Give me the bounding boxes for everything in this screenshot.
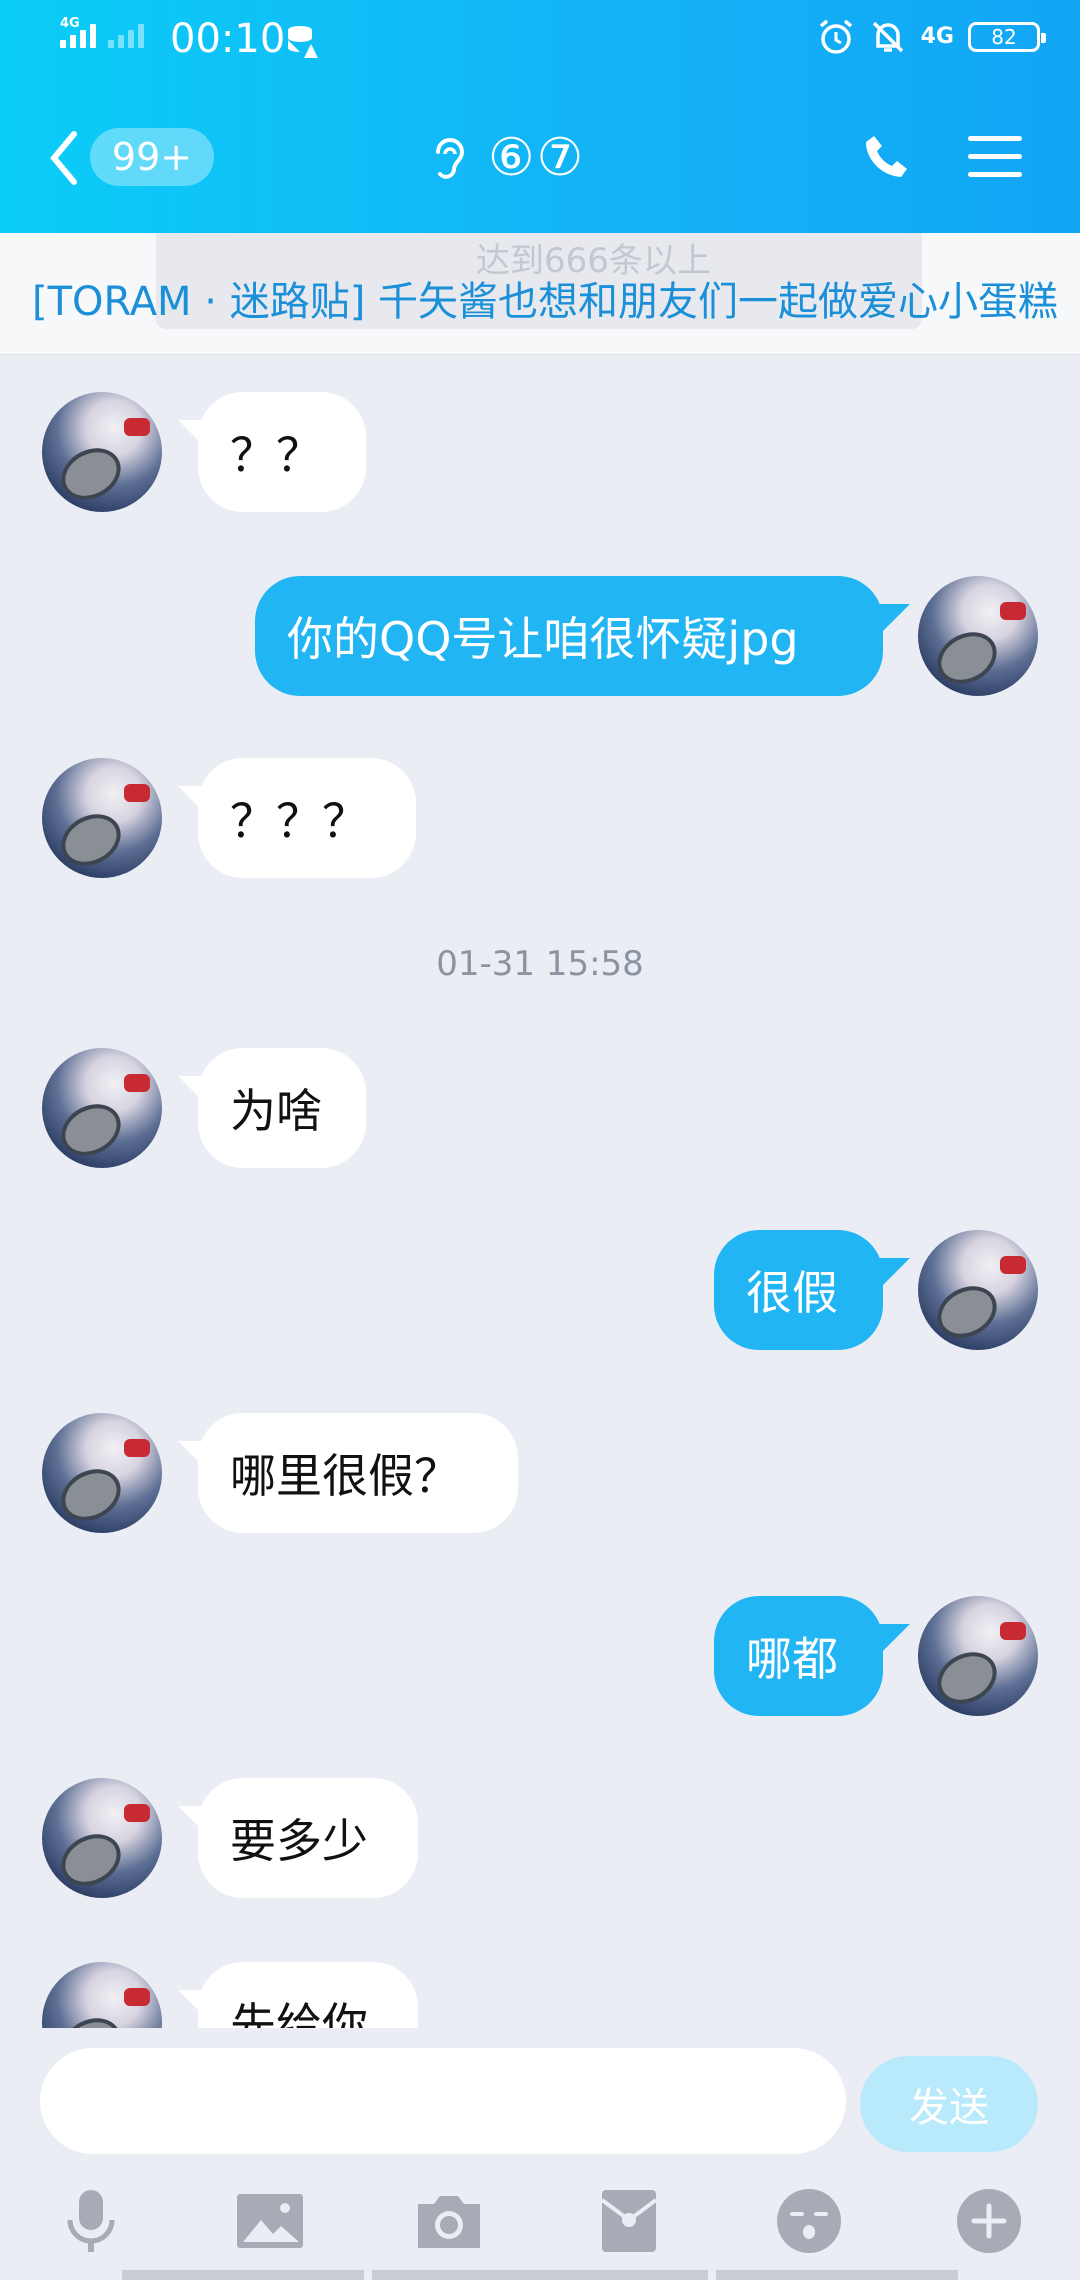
mute-bell-icon [872, 21, 903, 53]
message-text: 你的QQ号让咱很怀疑jpg [287, 612, 799, 666]
self-avatar[interactable] [918, 1596, 1038, 1716]
alarm-icon [819, 19, 852, 54]
message-text: ？？？ [230, 794, 368, 848]
message-text: ？？ [230, 428, 322, 482]
clock: 00:10 [170, 16, 286, 62]
message-text: 哪里很假？ [230, 1449, 460, 1503]
group-notice-banner[interactable]: 达到666条以上 [TORAM · 迷路贴] 千矢酱也想和朋友们一起做爱心小蛋糕 [0, 233, 1080, 355]
contact-avatar[interactable] [42, 1962, 162, 2028]
send-button[interactable]: 发送 [860, 2056, 1038, 2152]
network-4g-label: 4G [920, 24, 954, 49]
message-text: 很假 [746, 1266, 838, 1320]
battery-level: 82 [991, 25, 1017, 49]
emoji-icon[interactable] [774, 2186, 844, 2256]
battery-indicator: 82 [968, 22, 1046, 52]
chat-title: ⑥⑦ [488, 128, 586, 188]
message-text: 要多少 [230, 1814, 368, 1868]
message-text: 哪都 [746, 1632, 838, 1686]
message-bubble-outgoing[interactable]: 很假 [714, 1230, 883, 1350]
input-bar: 发送 [0, 2028, 1080, 2280]
image-icon[interactable] [235, 2186, 305, 2256]
notice-text: [TORAM · 迷路贴] 千矢酱也想和朋友们一起做爱心小蛋糕 [32, 279, 1059, 325]
message-bubble-incoming[interactable]: ？？？ [198, 758, 416, 878]
network-type-label: 4G [60, 16, 80, 31]
chat-header: 4G 00:10 4G 82 99+ ⑥⑦ [0, 0, 1080, 233]
nav-gesture-bar [716, 2270, 958, 2280]
contact-avatar[interactable] [42, 392, 162, 512]
self-avatar[interactable] [918, 1230, 1038, 1350]
camera-icon[interactable] [414, 2186, 484, 2256]
message-text: 为啥 [230, 1084, 322, 1138]
message-input[interactable] [40, 2048, 846, 2154]
data-saver-icon [288, 26, 318, 58]
message-timestamp: 01-31 15:58 [436, 944, 644, 984]
message-partial-row: 先给你 [0, 1940, 1080, 2028]
message-bubble-incoming[interactable]: ？？ [198, 392, 366, 512]
signal-icon: 4G [60, 16, 144, 48]
nav-gesture-bar [372, 2270, 708, 2280]
self-avatar[interactable] [918, 576, 1038, 696]
contact-avatar[interactable] [42, 1413, 162, 1533]
back-chevron-icon[interactable] [46, 128, 80, 188]
message-bubble-incoming[interactable]: 先给你 [198, 1962, 418, 2028]
status-bar: 4G 00:10 4G 82 [0, 0, 1080, 80]
contact-avatar[interactable] [42, 1048, 162, 1168]
earpiece-mode-icon[interactable] [428, 134, 468, 184]
message-text: 先给你 [230, 1998, 368, 2028]
mic-icon[interactable] [56, 2186, 126, 2256]
phone-call-icon[interactable] [862, 132, 912, 182]
message-bubble-outgoing[interactable]: 你的QQ号让咱很怀疑jpg [255, 576, 883, 696]
unread-count-badge[interactable]: 99+ [90, 128, 214, 186]
message-bubble-outgoing[interactable]: 哪都 [714, 1596, 883, 1716]
message-bubble-incoming[interactable]: 要多少 [198, 1778, 418, 1898]
message-bubble-incoming[interactable]: 哪里很假？ [198, 1413, 518, 1533]
nav-gesture-bar [122, 2270, 364, 2280]
plus-icon[interactable] [954, 2186, 1024, 2256]
contact-avatar[interactable] [42, 758, 162, 878]
menu-icon[interactable] [968, 134, 1022, 180]
red-packet-icon[interactable] [594, 2186, 664, 2256]
contact-avatar[interactable] [42, 1778, 162, 1898]
message-bubble-incoming[interactable]: 为啥 [198, 1048, 366, 1168]
